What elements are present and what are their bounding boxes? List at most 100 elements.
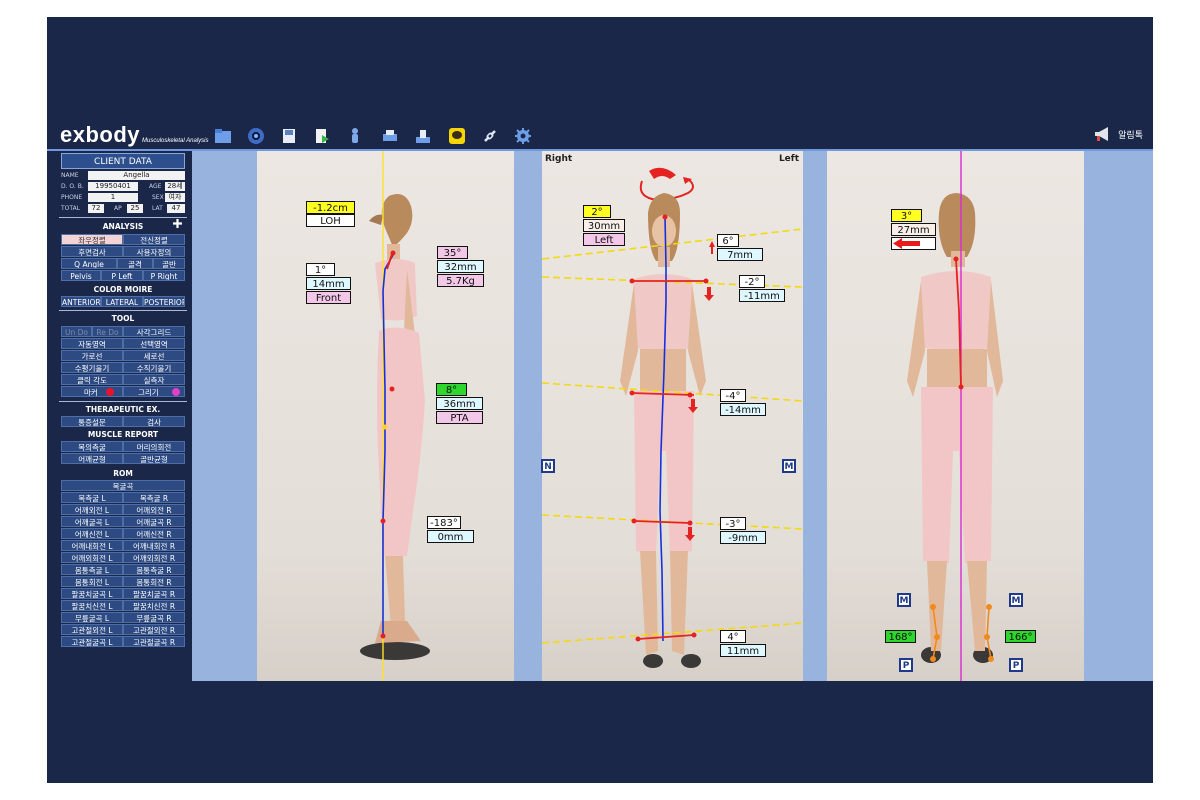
select-area-button[interactable]: 선택영역 [123, 338, 185, 349]
moire-anterior-button[interactable]: ANTERIOR [61, 296, 101, 307]
exam-button[interactable]: 검사 [123, 416, 185, 427]
camera-icon[interactable] [247, 127, 265, 145]
n-marker[interactable]: N [541, 459, 555, 473]
vertical-slope-button[interactable]: 수직기울기 [123, 362, 185, 373]
scan-icon[interactable] [414, 127, 432, 145]
rom-button[interactable]: 어깨내회전 L [61, 540, 123, 551]
rom-button[interactable]: 몸통회전 L [61, 576, 123, 587]
rom-button[interactable]: 몸통측굴 R [123, 564, 185, 575]
name-field[interactable]: Angella [88, 171, 185, 180]
plus-icon[interactable] [172, 218, 183, 229]
rom-button[interactable]: 목측굴 R [123, 492, 185, 503]
square-grid-button[interactable]: 사각그리드 [123, 326, 185, 337]
rom-button[interactable]: 어깨외전 L [61, 504, 123, 515]
rom-button[interactable]: 몸통회전 R [123, 576, 185, 587]
sex-label: SEX [152, 194, 164, 201]
rom-button[interactable]: 무릎굴곡 L [61, 612, 123, 623]
analysis-posterior-button[interactable]: 후면검사 [61, 246, 123, 257]
rom-button[interactable]: 어깨외회전 R [123, 552, 185, 563]
rom-button[interactable]: 어깨외회전 L [61, 552, 123, 563]
analysis-custom-button[interactable]: 사용자정의 [123, 246, 185, 257]
analysis-p-right-button[interactable]: P Right [143, 270, 185, 281]
moire-lateral-button[interactable]: LATERAL [101, 296, 143, 307]
sex-field[interactable]: 여자 [165, 193, 185, 202]
posterior-photo-panel[interactable]: 3° 27mm M M 168° 166° P P [827, 151, 1084, 681]
rom-button[interactable]: 어깨굴곡 L [61, 516, 123, 527]
p-marker-left[interactable]: P [899, 658, 913, 672]
horizontal-slope-button[interactable]: 수평기울기 [61, 362, 123, 373]
muscle-report-heading: MUSCLE REPORT [87, 430, 159, 439]
rom-button[interactable]: 고관절굴곡 R [123, 636, 185, 647]
shoulder-angle: -2° [739, 275, 765, 288]
draw-button[interactable]: 그리기 [123, 386, 185, 397]
pain-survey-button[interactable]: 통증설문 [61, 416, 123, 427]
link-icon[interactable] [481, 127, 499, 145]
moire-posterior-button[interactable]: POSTERIOR [143, 296, 185, 307]
rom-button[interactable]: 팔꿈치굴곡 L [61, 588, 123, 599]
print-icon[interactable] [381, 127, 399, 145]
rom-button[interactable]: 팔꿈치신전 R [123, 600, 185, 611]
redo-button[interactable]: Re Do [92, 326, 123, 337]
rom-button[interactable]: 고관절굴곡 L [61, 636, 123, 647]
horizontal-line-button[interactable]: 가로선 [61, 350, 123, 361]
rom-button[interactable]: 어깨굴곡 R [123, 516, 185, 527]
age-field[interactable]: 28세 [165, 182, 185, 191]
settings-icon[interactable] [514, 127, 532, 145]
pelvis-offset: -14mm [720, 403, 766, 416]
client-data-button[interactable]: CLIENT DATA [61, 153, 185, 169]
pelvis-offset: 36mm [436, 397, 483, 410]
vertical-line-button[interactable]: 세로선 [123, 350, 185, 361]
arrow-left-icon [893, 238, 920, 249]
rom-neck-flexion-button[interactable]: 목굴곡 [61, 480, 185, 491]
rom-button[interactable]: 어깨신전 R [123, 528, 185, 539]
marker-color-dot [106, 388, 114, 396]
kakao-chat-icon[interactable] [448, 127, 466, 145]
m-marker[interactable]: M [782, 459, 796, 473]
rom-button[interactable]: 고관절외전 L [61, 624, 123, 635]
rom-button[interactable]: 팔꿈치굴곡 R [123, 588, 185, 599]
p-marker-right[interactable]: P [1009, 658, 1023, 672]
analysis-pelvis-kr-button[interactable]: 골반 [153, 258, 185, 269]
shoulder-balance-button[interactable]: 어깨균형 [61, 453, 123, 464]
anterior-photo-panel[interactable]: Right Left 2° 30mm Left 6° 7mm -2° -11mm… [542, 151, 803, 681]
rom-button[interactable]: 목측굴 L [61, 492, 123, 503]
knee-offset: -9mm [720, 531, 766, 544]
auto-area-button[interactable]: 자동영역 [61, 338, 123, 349]
m-marker-left[interactable]: M [897, 593, 911, 607]
rom-button[interactable]: 어깨신전 L [61, 528, 123, 539]
analysis-full-alignment-button[interactable]: 전신정렬 [123, 234, 185, 245]
analysis-q-angle-button[interactable]: Q Angle [61, 258, 117, 269]
phone-field[interactable]: 1 [88, 193, 138, 202]
folder-icon[interactable] [214, 127, 232, 145]
ruler-button[interactable]: 실측자 [123, 374, 185, 385]
analysis-p-left-button[interactable]: P Left [101, 270, 143, 281]
spine-angle: 3° [891, 209, 922, 222]
rom-button[interactable]: 어깨내회전 R [123, 540, 185, 551]
save-icon[interactable] [280, 127, 298, 145]
rom-button[interactable]: 몸통측굴 L [61, 564, 123, 575]
analysis-pelvis-button[interactable]: Pelvis [61, 270, 101, 281]
click-angle-button[interactable]: 클릭 각도 [61, 374, 123, 385]
head-rotation-button[interactable]: 머리의회전 [123, 441, 185, 452]
tool-heading: TOOL [111, 314, 135, 323]
undo-button[interactable]: Un Do [61, 326, 92, 337]
ear-angle: 6° [717, 234, 739, 247]
rom-button[interactable]: 팔꿈치신전 L [61, 600, 123, 611]
rom-button[interactable]: 무릎굴곡 R [123, 612, 185, 623]
export-icon[interactable] [313, 127, 331, 145]
m-marker-right[interactable]: M [1009, 593, 1023, 607]
alarm-button[interactable]: 알림톡 [1093, 125, 1143, 143]
top-toolbar: exbody Musculoskeletal Analysis 알림톡 [47, 121, 1153, 151]
neck-lateral-button[interactable]: 목의측굴 [61, 441, 123, 452]
lateral-photo-panel[interactable]: -1.2cm LOH 1° 14mm Front 35° 32mm 5.7Kg … [257, 151, 514, 681]
analysis-lr-alignment-button[interactable]: 좌우정렬 [61, 234, 123, 245]
pelvis-balance-button[interactable]: 골반균형 [123, 453, 185, 464]
analysis-skeleton-button[interactable]: 골격 [117, 258, 153, 269]
marker-button[interactable]: 마커 [61, 386, 123, 397]
draw-label: 그리기 [138, 388, 159, 397]
figure-icon[interactable] [346, 127, 364, 145]
rom-button[interactable]: 어깨외전 R [123, 504, 185, 515]
head-direction: Front [306, 291, 351, 304]
rom-button[interactable]: 고관절외전 R [123, 624, 185, 635]
dob-field[interactable]: 19950401 [88, 182, 138, 191]
